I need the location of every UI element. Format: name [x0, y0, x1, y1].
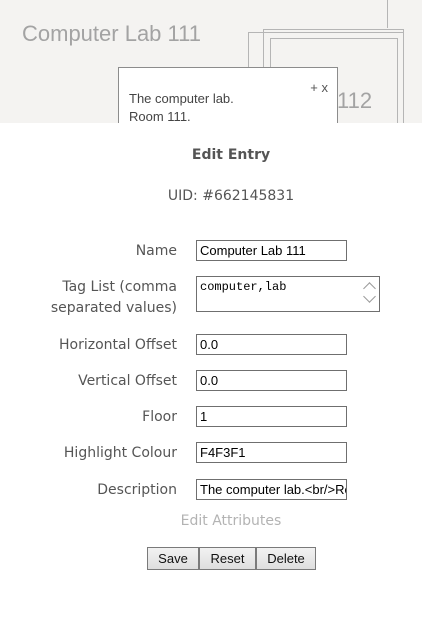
info-popup: + x The computer lab. Room 111. [118, 67, 338, 123]
close-icon[interactable]: x [322, 80, 329, 95]
edit-attributes-link[interactable]: Edit Attributes [0, 513, 422, 529]
popup-line: The computer lab. [129, 91, 234, 106]
popup-controls: + x [310, 80, 328, 95]
floor-label: Floor [142, 409, 177, 425]
floor-field[interactable]: 1 [196, 406, 347, 427]
v-offset-field[interactable]: 0.0 [196, 370, 347, 391]
popup-line: Room 111. [129, 109, 191, 123]
highlight-label: Highlight Colour [63, 445, 177, 461]
uid-text: UID: #662145831 [167, 188, 295, 204]
name-field[interactable]: Computer Lab 111 [196, 240, 347, 261]
save-button[interactable]: Save [147, 547, 199, 570]
tags-label-line: Tag List (comma [62, 279, 177, 295]
room-label[interactable]: Computer Lab 111 [22, 21, 201, 47]
name-label: Name [135, 243, 177, 259]
textarea-scrollbar[interactable] [362, 278, 378, 310]
room-label-neighbor[interactable]: 112 [337, 88, 372, 114]
h-offset-label: Horizontal Offset [59, 337, 177, 353]
expand-icon[interactable]: + [310, 80, 318, 95]
h-offset-field[interactable]: 0.0 [196, 334, 347, 355]
map-wall [387, 0, 389, 28]
tags-textarea[interactable]: computer,lab [196, 276, 380, 312]
map-view[interactable]: Computer Lab 111 112 + x The computer la… [0, 0, 422, 123]
description-label: Description [97, 482, 177, 498]
tags-label: Tag List (comma separated values) [51, 277, 177, 319]
tags-value: computer,lab [200, 280, 287, 294]
reset-button[interactable]: Reset [199, 547, 256, 570]
popup-text: The computer lab. Room 111. [129, 90, 234, 123]
highlight-field[interactable]: F4F3F1 [196, 442, 347, 463]
delete-button[interactable]: Delete [256, 547, 316, 570]
tags-label-line: separated values) [50, 300, 177, 316]
scroll-down-icon[interactable] [363, 290, 376, 303]
v-offset-label: Vertical Offset [78, 373, 177, 389]
form-title: Edit Entry [191, 147, 271, 163]
description-field[interactable]: The computer lab.<br/>Room 111. [196, 479, 347, 500]
